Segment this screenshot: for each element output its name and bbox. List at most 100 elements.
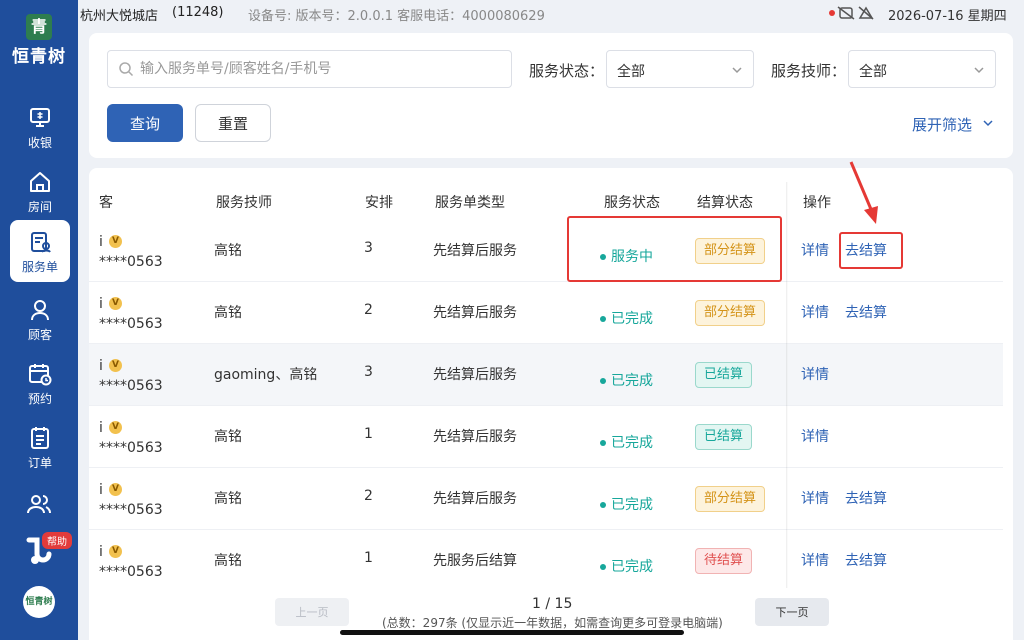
prev-page-button[interactable]: 上一页 <box>275 598 349 626</box>
customer-phone: ****0563 <box>99 316 163 332</box>
service-status-cell: 已完成 <box>600 556 653 576</box>
table-row[interactable]: i V ****0563 高铭 2 先结算后服务 已完成 部分结算 详情 去结算 <box>89 282 1003 344</box>
technician-cell: 高铭 <box>214 429 242 445</box>
sidebar: 青 恒青树 收银 房间 服务单 顾客 预约 订单 帮助 恒青树 <box>0 0 78 640</box>
header-technician: 服务技师 <box>216 195 272 211</box>
search-box[interactable] <box>107 50 512 88</box>
go-settle-link[interactable]: 去结算 <box>845 550 887 570</box>
service-type-cell: 先结算后服务 <box>433 367 517 383</box>
service-type-cell: 先结算后服务 <box>433 429 517 445</box>
arrangement-cell: 2 <box>364 488 373 504</box>
home-indicator <box>340 630 684 635</box>
table-row[interactable]: i V ****0563 高铭 1 先结算后服务 已完成 已结算 详情 <box>89 406 1003 468</box>
customer-icon <box>31 300 49 321</box>
service-status-text: 已完成 <box>611 497 653 513</box>
service-type-cell: 先服务后结算 <box>433 553 517 569</box>
status-dot-icon <box>600 440 606 446</box>
detail-link[interactable]: 详情 <box>801 364 829 384</box>
order-icon <box>31 427 49 449</box>
service-status-value: 全部 <box>617 64 645 80</box>
sidebar-item-label: 服务单 <box>21 260 58 274</box>
highlight-box-status <box>567 216 782 282</box>
technician-cell: gaoming、高铭 <box>214 367 318 383</box>
reset-button[interactable]: 重置 <box>195 104 271 142</box>
current-page: 1 <box>532 596 541 612</box>
technician-cell: 高铭 <box>214 553 242 569</box>
datetime: 2026-07-16 星期四 <box>888 9 1007 24</box>
total-count-note: (总数：297条 (仅显示近一年数据，如需查询更多可登录电脑端) <box>382 616 723 630</box>
vip-badge-icon: V <box>109 235 122 248</box>
sticky-column-shadow <box>786 182 788 592</box>
sidebar-item-customer[interactable]: 顾客 <box>10 288 70 350</box>
service-status-cell: 已完成 <box>600 370 653 390</box>
service-status-cell: 已完成 <box>600 308 653 328</box>
detail-link[interactable]: 详情 <box>801 426 829 446</box>
vip-badge-icon: V <box>109 545 122 558</box>
staff-icon[interactable] <box>25 490 53 518</box>
service-status-text: 已完成 <box>611 435 653 451</box>
technician-label: 服务技师： <box>771 62 847 80</box>
expand-filters-link[interactable]: 展开筛选 <box>912 114 972 135</box>
service-status-cell: 已完成 <box>600 432 653 452</box>
sidebar-item-order[interactable]: 订单 <box>10 416 70 478</box>
customer-name: i <box>99 234 103 250</box>
sidebar-item-appointment[interactable]: 预约 <box>10 352 70 414</box>
customer-name: i <box>99 296 103 312</box>
table-row[interactable]: i V ****0563 高铭 1 先服务后结算 已完成 待结算 详情 去结算 <box>89 530 1003 592</box>
status-bar: 杭州大悦城店 (11248) 设备号: 版本号：2.0.0.1 客服电话：400… <box>78 0 1024 28</box>
service-status-cell: 已完成 <box>600 494 653 514</box>
customer-phone: ****0563 <box>99 502 163 518</box>
cashier-icon <box>30 108 50 127</box>
service-status-text: 已完成 <box>611 311 653 327</box>
filter-panel: 服务状态： 全部 服务技师： 全部 查询 重置 展开筛选 <box>89 33 1013 158</box>
sidebar-item-service-order[interactable]: 服务单 <box>10 220 70 282</box>
vip-badge-icon: V <box>109 483 122 496</box>
arrangement-cell: 1 <box>364 426 373 442</box>
technician-select[interactable]: 全部 <box>848 50 996 88</box>
vip-badge-icon: V <box>109 359 122 372</box>
settle-status-badge: 已结算 <box>695 362 753 388</box>
detail-link[interactable]: 详情 <box>801 302 829 322</box>
sidebar-item-room[interactable]: 房间 <box>10 160 70 222</box>
detail-link[interactable]: 详情 <box>801 550 829 570</box>
table-row[interactable]: i V ****0563 高铭 2 先结算后服务 已完成 部分结算 详情 去结算 <box>89 468 1003 530</box>
service-status-select[interactable]: 全部 <box>606 50 754 88</box>
sidebar-item-label: 房间 <box>27 200 52 214</box>
logo-mark: 青 <box>26 14 52 40</box>
go-settle-link[interactable]: 去结算 <box>845 488 887 508</box>
next-page-button[interactable]: 下一页 <box>755 598 829 626</box>
sidebar-item-label: 收银 <box>27 136 52 150</box>
help-badge[interactable]: 帮助 <box>42 532 72 549</box>
go-settle-link[interactable]: 去结算 <box>845 302 887 322</box>
header-service-type: 服务单类型 <box>435 195 505 211</box>
appointment-icon <box>29 364 52 386</box>
customer-phone: ****0563 <box>99 378 163 394</box>
page-indicator: 1 / 15 <box>532 596 572 612</box>
header-arrangement: 安排 <box>365 195 393 211</box>
sidebar-item-cashier[interactable]: 收银 <box>10 96 70 158</box>
detail-link[interactable]: 详情 <box>801 488 829 508</box>
settle-status-badge: 待结算 <box>695 548 753 574</box>
detail-link[interactable]: 详情 <box>801 240 829 260</box>
vip-badge-icon: V <box>109 421 122 434</box>
customer-name: i <box>99 420 103 436</box>
customer-name: i <box>99 358 103 374</box>
technician-cell: 高铭 <box>214 305 242 321</box>
table-row[interactable]: i V ****0563 gaoming、高铭 3 先结算后服务 已完成 已结算 详情 <box>89 344 1003 406</box>
chevron-down-icon[interactable] <box>982 117 994 129</box>
customer-name: i <box>99 482 103 498</box>
search-input[interactable] <box>140 51 500 87</box>
arrangement-cell: 3 <box>364 240 373 256</box>
status-indicator-icons <box>829 6 874 20</box>
service-order-icon <box>31 232 51 253</box>
settle-status-badge: 部分结算 <box>695 486 766 512</box>
status-dot-icon <box>600 564 606 570</box>
sidebar-item-label: 预约 <box>27 392 52 406</box>
service-type-cell: 先结算后服务 <box>433 243 517 259</box>
highlight-box-settle <box>839 232 903 269</box>
brand-logo: 恒青树 <box>23 586 55 618</box>
annotation-arrow-icon <box>849 161 878 224</box>
query-button[interactable]: 查询 <box>107 104 183 142</box>
status-dot-icon <box>600 378 606 384</box>
technician-cell: 高铭 <box>214 491 242 507</box>
